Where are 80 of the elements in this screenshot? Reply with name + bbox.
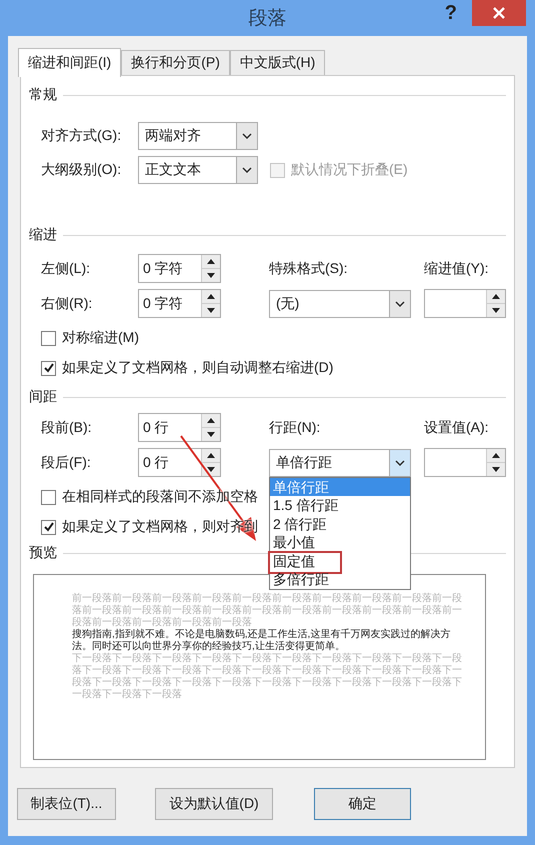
- dialog-button[interactable]: 确定: [314, 788, 411, 820]
- triangle-up-icon: [207, 294, 215, 299]
- field-label: 对齐方式(G):: [41, 127, 122, 145]
- close-icon: [492, 6, 506, 20]
- spin-down-button[interactable]: [202, 303, 220, 317]
- field-label: 段前(B):: [41, 418, 93, 436]
- spin-down-button[interactable]: [487, 462, 505, 476]
- section-heading: 间距: [29, 388, 57, 406]
- spin-down-button[interactable]: [202, 268, 220, 282]
- spin-down-button[interactable]: [487, 303, 505, 317]
- field-label: 右侧(R):: [41, 294, 94, 312]
- triangle-down-icon: [492, 308, 500, 313]
- checkbox-label: 默认情况下折叠(E): [291, 161, 408, 179]
- spin-field[interactable]: 0 行: [138, 448, 221, 477]
- checkbox[interactable]: [41, 520, 56, 534]
- triangle-up-icon: [207, 453, 215, 458]
- dropdown-option[interactable]: 2 倍行距: [270, 514, 410, 533]
- spin-down-button[interactable]: [202, 427, 220, 441]
- triangle-down-icon: [207, 467, 215, 472]
- dropdown-field[interactable]: 单倍行距: [269, 448, 411, 476]
- section-heading: 缩进: [29, 226, 57, 244]
- tab[interactable]: 中文版式(H): [230, 50, 326, 75]
- tab[interactable]: 缩进和间距(I): [18, 48, 122, 77]
- chevron-down-icon: [395, 460, 405, 466]
- preview-text: 搜狗指南,指到就不难。不论是电脑数码,还是工作生活,这里有千万网友实践过的解决方法。同时还可以向世界分享你的经验技巧,让生活变得更简单。: [72, 629, 452, 652]
- spin-up-button[interactable]: [487, 290, 505, 303]
- field-label: 段后(F):: [41, 454, 92, 472]
- help-button[interactable]: ?: [440, 2, 461, 25]
- chevron-down-icon: [395, 300, 405, 306]
- checkbox-label: 对称缩进(M): [62, 329, 139, 347]
- checkbox[interactable]: [41, 360, 56, 376]
- field-label: 缩进值(Y):: [424, 260, 490, 278]
- dialog-button[interactable]: 设为默认值(D): [155, 788, 273, 820]
- dropdown-option[interactable]: 固定值: [270, 552, 410, 570]
- spin-field[interactable]: [424, 289, 506, 318]
- spin-field[interactable]: 0 字符: [138, 254, 221, 283]
- dropdown-arrow-button[interactable]: [389, 450, 410, 476]
- dropdown-option[interactable]: 1.5 倍行距: [270, 496, 410, 514]
- spin-field[interactable]: [424, 448, 506, 477]
- field-label: 设置值(A):: [424, 418, 490, 436]
- dropdown-arrow-button[interactable]: [236, 123, 257, 149]
- spin-up-button[interactable]: [202, 414, 220, 427]
- triangle-down-icon: [207, 432, 215, 437]
- triangle-down-icon: [207, 273, 215, 278]
- spin-up-button[interactable]: [202, 290, 220, 303]
- preview-text: 下一段落下一段落下一段落下一段落下一段落下一段落下一段落下一段落下一段落下一段落下一段落下一段落下一段落下一段落下一段落下一段落下一段落下一段落下一段落下一段落下一段落下一段落下一段落下一段落下一段落下一段落下一段落下一段落下一段落下一段落下一段落下一段落: [72, 653, 463, 701]
- triangle-up-icon: [492, 453, 500, 458]
- spin-field[interactable]: 0 字符: [138, 289, 221, 318]
- dropdown-option[interactable]: 最小值: [270, 533, 410, 552]
- checkbox[interactable]: [41, 330, 56, 346]
- window-title: 段落: [248, 7, 286, 31]
- dropdown-option[interactable]: 多倍行距: [270, 570, 410, 588]
- dialog-button[interactable]: 制表位(T)...: [17, 788, 116, 820]
- triangle-up-icon: [492, 294, 500, 299]
- dropdown-field[interactable]: (无): [269, 290, 411, 318]
- field-label: 大纲级别(O):: [41, 161, 122, 179]
- field-label: 左侧(L):: [41, 260, 91, 278]
- triangle-up-icon: [207, 418, 215, 423]
- chevron-down-icon: [242, 167, 252, 173]
- section-heading: 常规: [29, 86, 57, 104]
- spin-up-button[interactable]: [487, 449, 505, 462]
- preview-text: 前一段落前一段落前一段落前一段落前一段落前一段落前一段落前一段落前一段落前一段落前一段落前一段落前一段落前一段落前一段落前一段落前一段落前一段落前一段落前一段落前一段落前一段落前一段落前一段落: [72, 593, 463, 628]
- triangle-down-icon: [207, 308, 215, 313]
- field-label: 特殊格式(S):: [269, 260, 349, 278]
- checkbox[interactable]: [41, 490, 56, 504]
- triangle-up-icon: [207, 259, 215, 264]
- field-label: 行距(N):: [269, 418, 322, 436]
- checkbox-label: 如果定义了文档网格，则自动调整右缩进(D): [62, 359, 334, 377]
- spin-field[interactable]: 0 行: [138, 413, 221, 442]
- close-button[interactable]: [472, 0, 526, 26]
- dropdown-field[interactable]: 两端对齐: [138, 122, 258, 150]
- section-heading: 预览: [29, 544, 57, 562]
- triangle-down-icon: [492, 467, 500, 472]
- dropdown-arrow-button[interactable]: [389, 290, 410, 316]
- chevron-down-icon: [242, 133, 252, 139]
- dropdown-arrow-button[interactable]: [236, 157, 257, 183]
- spin-up-button[interactable]: [202, 255, 220, 268]
- spin-up-button[interactable]: [202, 449, 220, 462]
- tab[interactable]: 换行和分页(P): [121, 50, 230, 75]
- dropdown-field[interactable]: 正文文本: [138, 156, 258, 184]
